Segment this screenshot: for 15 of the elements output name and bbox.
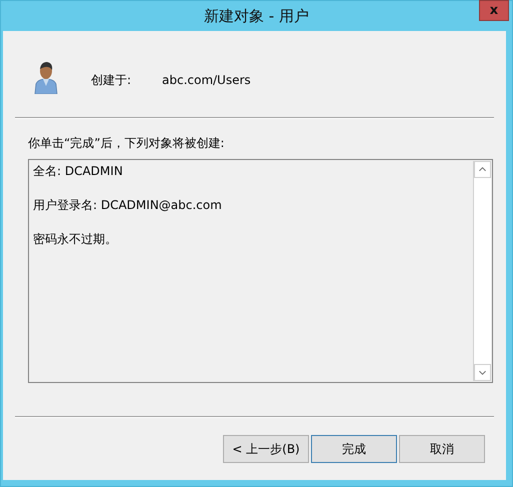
dialog-button[interactable]: 完成 [311, 435, 397, 463]
scroll-up-icon[interactable] [474, 161, 491, 178]
dialog-button[interactable]: < 上一步(B) [223, 435, 309, 463]
summary-line: 全名: DCADMIN [33, 163, 124, 180]
scroll-down-icon[interactable] [474, 364, 491, 381]
created-in-value: abc.com/Users [162, 73, 251, 87]
summary-line: 用户登录名: DCADMIN@abc.com [33, 197, 223, 214]
dialog-button[interactable]: 取消 [399, 435, 485, 463]
user-icon [33, 60, 59, 94]
scrollbar[interactable] [473, 161, 491, 381]
summary-line: 密码永不过期。 [33, 231, 118, 248]
close-button[interactable]: x [479, 0, 509, 21]
created-in-label: 创建于: [91, 72, 132, 88]
window-title: 新建对象 - 用户 [204, 6, 309, 26]
instruction-text: 你单击“完成”后，下列对象将被创建: [28, 135, 226, 152]
